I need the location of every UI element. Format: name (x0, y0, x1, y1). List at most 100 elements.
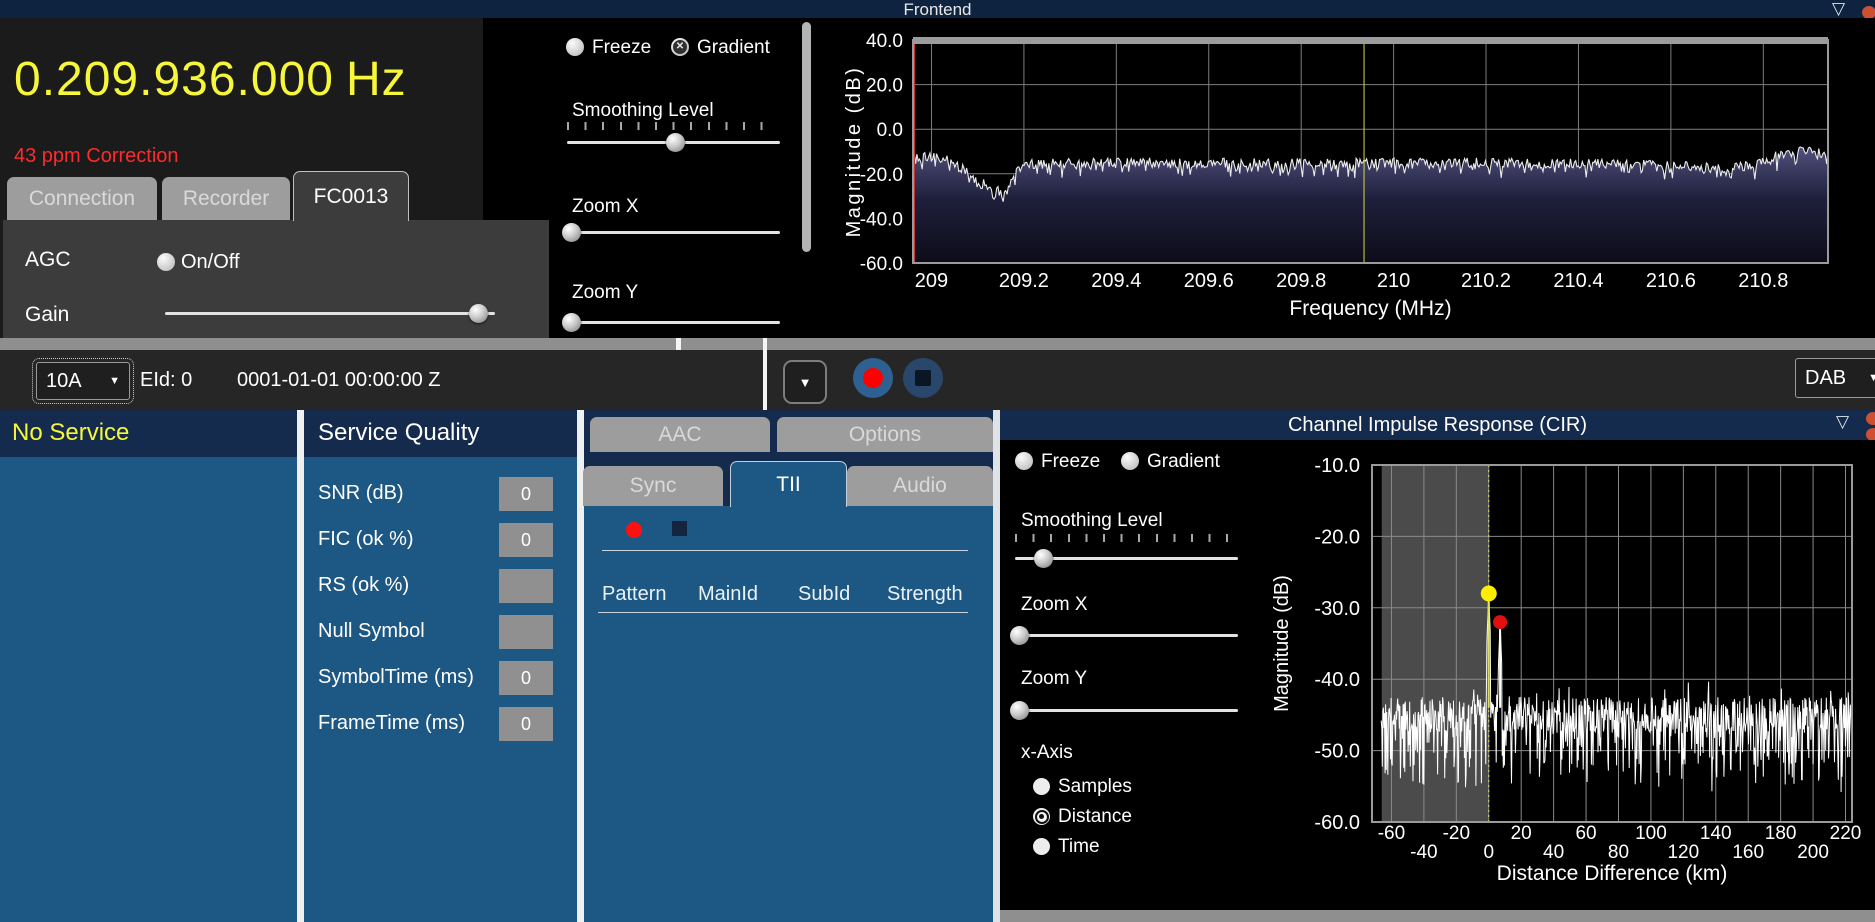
no-service-label: No Service (12, 419, 129, 447)
record-options-dropdown[interactable]: ▼ (783, 360, 827, 404)
collapse-frontend-icon[interactable]: ▽ (1832, 1, 1845, 17)
svg-text:40: 40 (1543, 842, 1564, 863)
svg-text:40.0: 40.0 (866, 31, 903, 52)
sq-row-value (499, 615, 553, 649)
frontend-zoomy-thumb[interactable] (562, 313, 581, 332)
service-quality-body: SNR (dB) 0 FIC (ok %) 0 RS (ok %) Null S… (304, 457, 577, 922)
frontend-zoomx-thumb[interactable] (562, 223, 581, 242)
tab-connection[interactable]: Connection (7, 177, 157, 220)
tab-audio-label: Audio (893, 474, 947, 498)
gain-slider[interactable] (165, 303, 495, 323)
frontend-zoomy-label: Zoom Y (572, 282, 638, 304)
tii-record-indicator-icon[interactable] (626, 522, 642, 538)
frequency-value: 0.209.936.000 (14, 53, 334, 106)
svg-text:210: 210 (1377, 270, 1410, 292)
svg-text:60: 60 (1575, 823, 1596, 844)
tii-stop-indicator-icon[interactable] (672, 521, 687, 536)
service-quality-title: Service Quality (318, 419, 479, 447)
collapse-cir-icon[interactable]: ▽ (1836, 414, 1849, 430)
tab-recorder[interactable]: Recorder (162, 177, 290, 220)
tab-options[interactable]: Options (777, 417, 993, 452)
svg-text:210.2: 210.2 (1461, 270, 1511, 292)
gain-slider-thumb[interactable] (469, 304, 488, 323)
cir-horizontal-scrollbar[interactable] (1000, 910, 1875, 922)
frontend-smoothing-label: Smoothing Level (572, 100, 714, 122)
svg-text:-10.0: -10.0 (1314, 455, 1360, 477)
svg-text:100: 100 (1635, 823, 1667, 844)
frontend-zoomx-slider[interactable] (567, 222, 780, 242)
tii-col-strength: Strength (887, 583, 963, 606)
svg-text:209.2: 209.2 (999, 270, 1049, 292)
tii-col-subid: SubId (798, 583, 850, 606)
svg-text:-60.0: -60.0 (860, 254, 903, 275)
svg-text:Frequency (MHz): Frequency (MHz) (1289, 297, 1451, 320)
agc-onoff-radio[interactable]: ✕ (157, 253, 175, 271)
tab-aac[interactable]: AAC (590, 417, 770, 452)
record-icon (863, 368, 883, 388)
panel-splitter-1[interactable] (297, 410, 304, 922)
svg-text:20: 20 (1511, 823, 1532, 844)
service-list-body[interactable] (0, 457, 297, 922)
frontend-controls-scrollbar[interactable] (802, 22, 811, 252)
tab-tii-label: TII (776, 473, 801, 497)
tab-options-label: Options (849, 423, 921, 447)
fc0013-settings-panel: AGC ✕ On/Off Gain (3, 220, 549, 338)
tab-fc0013[interactable]: FC0013 (293, 171, 409, 221)
channel-select-value: 10A (46, 370, 82, 393)
dab-receiver-app: Frontend ▽ 0.209.936.000Hz 43 ppm Correc… (0, 0, 1875, 922)
tii-separator (602, 550, 968, 551)
sq-row-value: 0 (499, 707, 553, 741)
horizontal-scrollbar[interactable] (0, 338, 1875, 350)
tab-audio[interactable]: Audio (847, 466, 993, 506)
sq-row-value: 0 (499, 661, 553, 695)
mode-select-value: DAB (1805, 367, 1846, 390)
panel-splitter-3[interactable] (993, 410, 1000, 922)
svg-text:220: 220 (1830, 823, 1862, 844)
frontend-zoomx-track[interactable] (567, 231, 780, 234)
tab-sync[interactable]: Sync (583, 466, 723, 506)
tab-aac-label: AAC (658, 423, 701, 447)
cir-title: Channel Impulse Response (CIR) (1000, 410, 1875, 440)
alert-dot-icon (1862, 6, 1875, 18)
tii-col-mainid: MainId (698, 583, 758, 606)
svg-text:120: 120 (1667, 842, 1699, 863)
sq-row-label: RS (ok %) (318, 574, 409, 597)
svg-text:210.4: 210.4 (1553, 270, 1603, 292)
sq-row-label: FIC (ok %) (318, 528, 414, 551)
cir-chart[interactable]: -10.0-20.0-30.0-40.0-50.0-60.0-60-40-200… (1000, 440, 1875, 922)
frontend-header-bar: Frontend ▽ (0, 0, 1875, 18)
gain-label: Gain (25, 303, 69, 327)
frontend-smoothing-slider[interactable] (567, 132, 780, 152)
scrollbar-notch (676, 338, 681, 350)
svg-text:Magnitude (dB): Magnitude (dB) (843, 66, 865, 238)
dropdown-caret-icon: ▼ (799, 375, 812, 390)
mode-select[interactable]: DAB▼ (1795, 358, 1875, 398)
frontend-freeze-checkbox[interactable]: ✕ (566, 38, 584, 56)
frontend-zoomy-slider[interactable] (567, 312, 780, 332)
sq-row-label: Null Symbol (318, 620, 425, 643)
frontend-gradient-checkbox[interactable]: ✕ (671, 38, 689, 56)
sq-row-value: 0 (499, 477, 553, 511)
frontend-zoomy-track[interactable] (567, 321, 780, 324)
ensemble-id-label: EId: 0 (140, 369, 192, 392)
stop-icon (915, 370, 931, 386)
svg-text:Magnitude (dB): Magnitude (dB) (1271, 575, 1293, 712)
record-button[interactable] (853, 358, 893, 398)
svg-text:20.0: 20.0 (866, 76, 903, 97)
svg-text:0.0: 0.0 (877, 120, 903, 141)
channel-select[interactable]: 10A▼ (36, 362, 130, 400)
svg-text:-30.0: -30.0 (1314, 598, 1360, 620)
frontend-smoothing-thumb[interactable] (666, 133, 685, 152)
svg-text:209.6: 209.6 (1184, 270, 1234, 292)
frontend-smoothing-ticks (567, 122, 775, 130)
cir-alert-dot-icon (1866, 412, 1875, 425)
svg-text:210.6: 210.6 (1646, 270, 1696, 292)
gain-slider-track[interactable] (165, 312, 495, 315)
tab-tii[interactable]: TII (730, 461, 847, 507)
datetime-label: 0001-01-01 00:00:00 Z (237, 369, 441, 392)
frontend-spectrum-chart[interactable]: 40.020.00.0-20.0-40.0-60.0209209.2209.42… (820, 18, 1875, 340)
stop-button[interactable] (903, 358, 943, 398)
tab-fc0013-label: FC0013 (314, 185, 389, 209)
sq-row-value: 0 (499, 523, 553, 557)
svg-text:180: 180 (1765, 823, 1797, 844)
